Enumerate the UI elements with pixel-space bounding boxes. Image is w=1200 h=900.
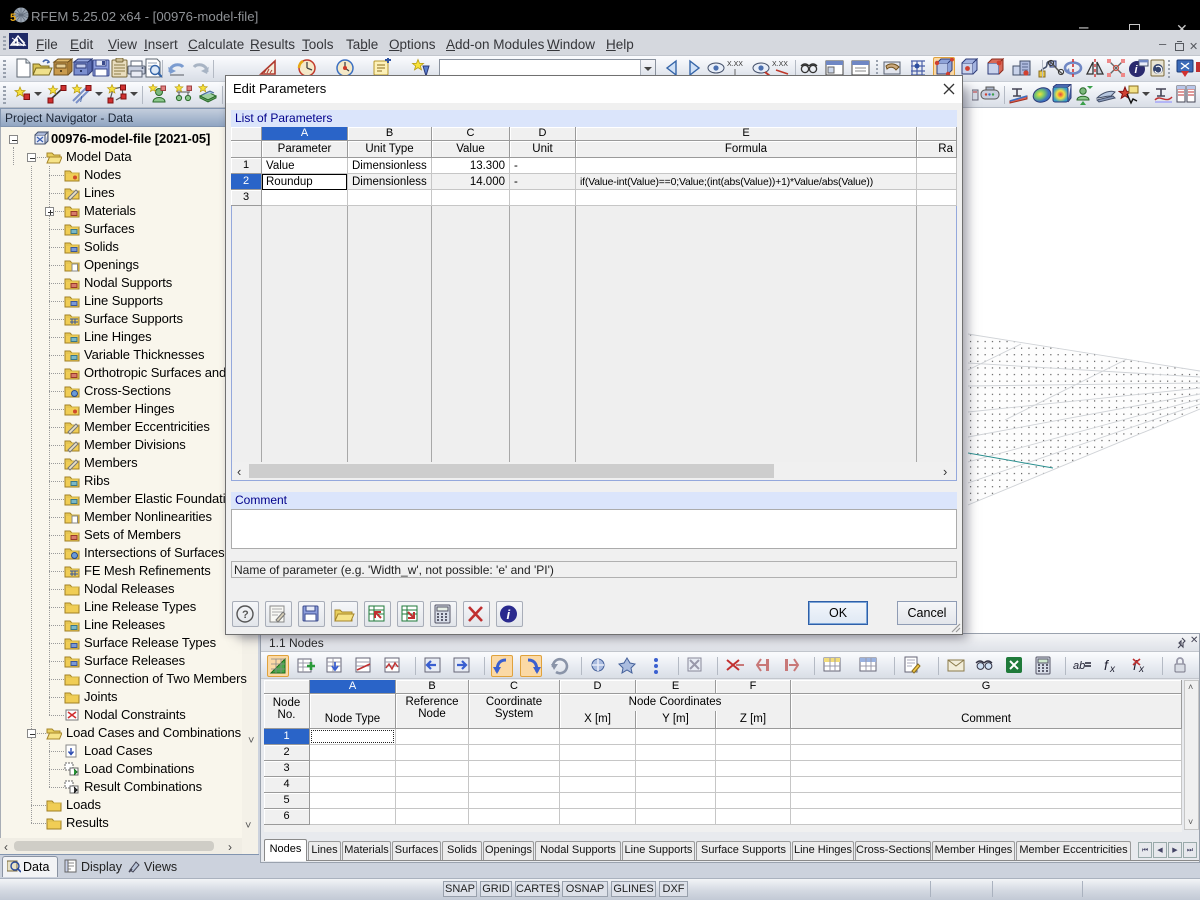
svg-text:x: x [1138,664,1145,675]
svg-text:X.XX: X.XX [772,61,788,68]
svg-text:x: x [1109,664,1116,675]
svg-text:?: ? [242,609,249,621]
svg-text:i: i [507,607,511,622]
svg-text:5: 5 [10,12,16,24]
svg-text:X.XX: X.XX [727,61,743,68]
svg-text:ab: ab [1073,660,1085,672]
svg-text:4: 4 [13,37,20,49]
